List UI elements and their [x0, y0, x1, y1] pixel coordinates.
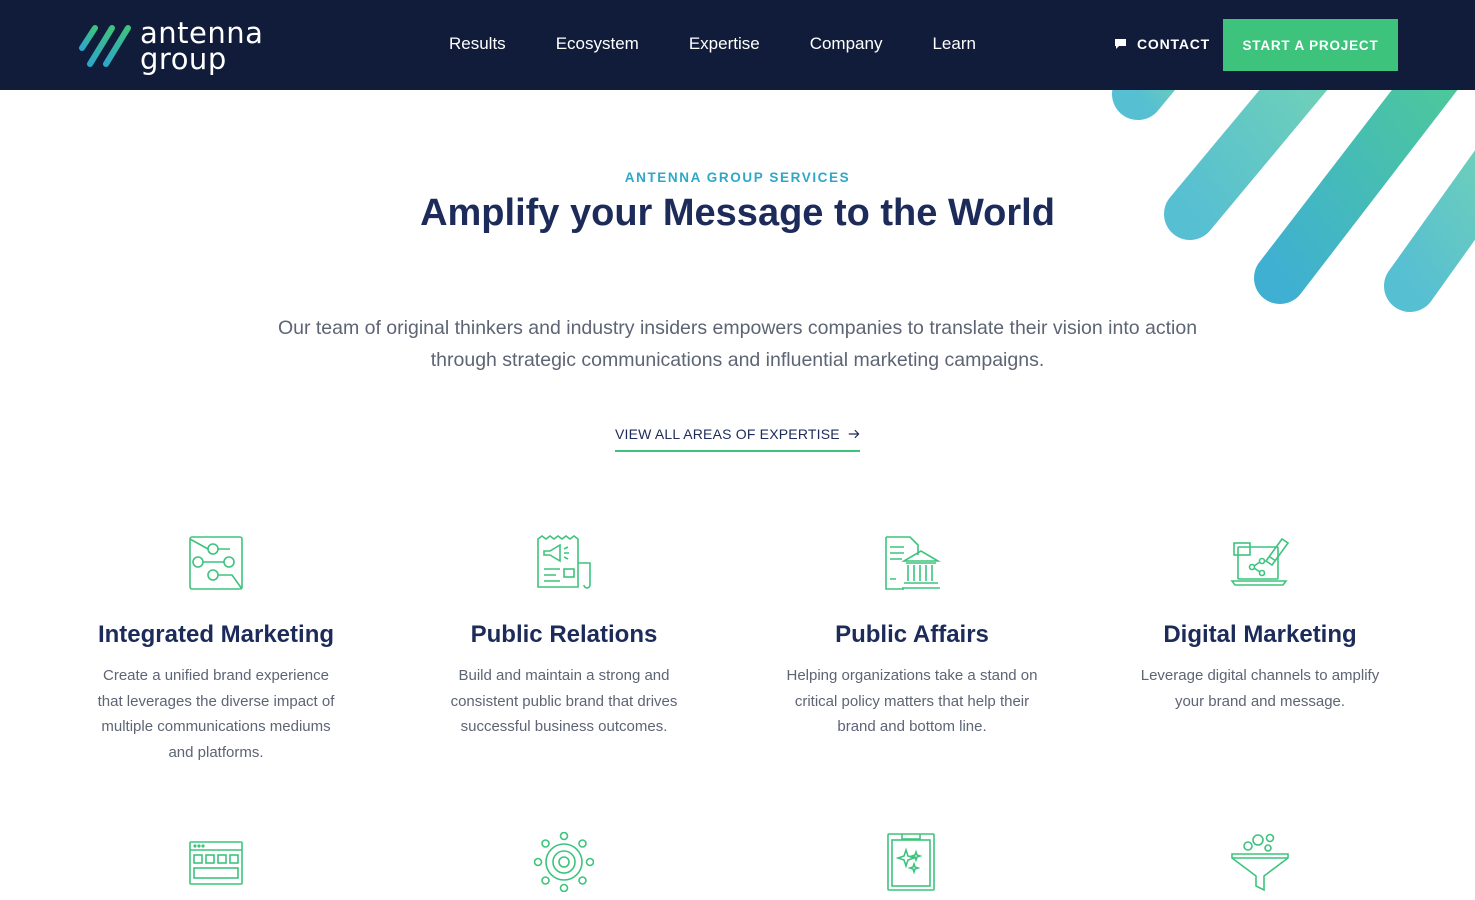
nav-item-expertise[interactable]: Expertise — [689, 34, 760, 54]
service-description: Leverage digital channels to amplify you… — [1140, 667, 1380, 710]
clipboard-sparkle-icon — [887, 833, 935, 891]
start-project-button[interactable]: START A PROJECT — [1223, 19, 1398, 71]
nav-item-results[interactable]: Results — [449, 34, 506, 54]
service-description: Create a unified brand experience that l… — [97, 667, 335, 762]
service-description: Build and maintain a strong and consiste… — [450, 667, 678, 736]
network-nodes-icon — [189, 536, 243, 590]
section-eyebrow: ANTENNA GROUP SERVICES — [624, 170, 851, 185]
government-building-icon — [885, 536, 941, 590]
service-description: Helping organizations take a stand on cr… — [786, 667, 1038, 736]
service-title: Integrated Marketing — [97, 621, 335, 648]
brand-logo[interactable]: antenna group — [78, 18, 288, 74]
expertise-link-label: VIEW ALL AREAS OF EXPERTISE — [615, 426, 840, 442]
intro-paragraph: Our team of original thinkers and indust… — [277, 317, 1198, 371]
funnel-icon — [1231, 833, 1289, 892]
newspaper-megaphone-icon — [537, 535, 591, 589]
contact-link[interactable]: CONTACT — [1114, 36, 1210, 52]
logo-wordmark: antenna group — [140, 19, 263, 74]
service-public-affairs[interactable]: Public Affairs Helping organizations tak… — [762, 533, 1062, 740]
nav-item-ecosystem[interactable]: Ecosystem — [556, 34, 639, 54]
laptop-share-icon — [1230, 537, 1290, 586]
view-all-expertise-link[interactable]: VIEW ALL AREAS OF EXPERTISE — [615, 426, 860, 452]
chat-bubble-icon — [1115, 39, 1126, 49]
target-circle-icon — [534, 832, 594, 892]
top-navigation: antenna group Results Ecosystem Expertis… — [0, 0, 1475, 90]
main-menu: Results Ecosystem Expertise Company Lear… — [449, 34, 1026, 54]
nav-item-company[interactable]: Company — [810, 34, 883, 54]
diagonal-stripes-logo-icon — [79, 25, 131, 67]
service-digital-marketing[interactable]: Digital Marketing Leverage digital chann… — [1110, 533, 1410, 714]
contact-label: CONTACT — [1137, 36, 1210, 52]
service-title: Digital Marketing — [1163, 621, 1357, 648]
service-public-relations[interactable]: Public Relations Build and maintain a st… — [414, 533, 714, 740]
arrow-right-icon — [848, 429, 860, 439]
browser-window-icon — [189, 841, 243, 885]
service-title: Public Affairs — [835, 621, 989, 648]
service-integrated-marketing[interactable]: Integrated Marketing Create a unified br… — [66, 533, 366, 766]
service-title: Public Relations — [470, 621, 658, 648]
page-title: Amplify your Message to the World — [420, 192, 1055, 234]
nav-item-learn[interactable]: Learn — [932, 34, 975, 54]
